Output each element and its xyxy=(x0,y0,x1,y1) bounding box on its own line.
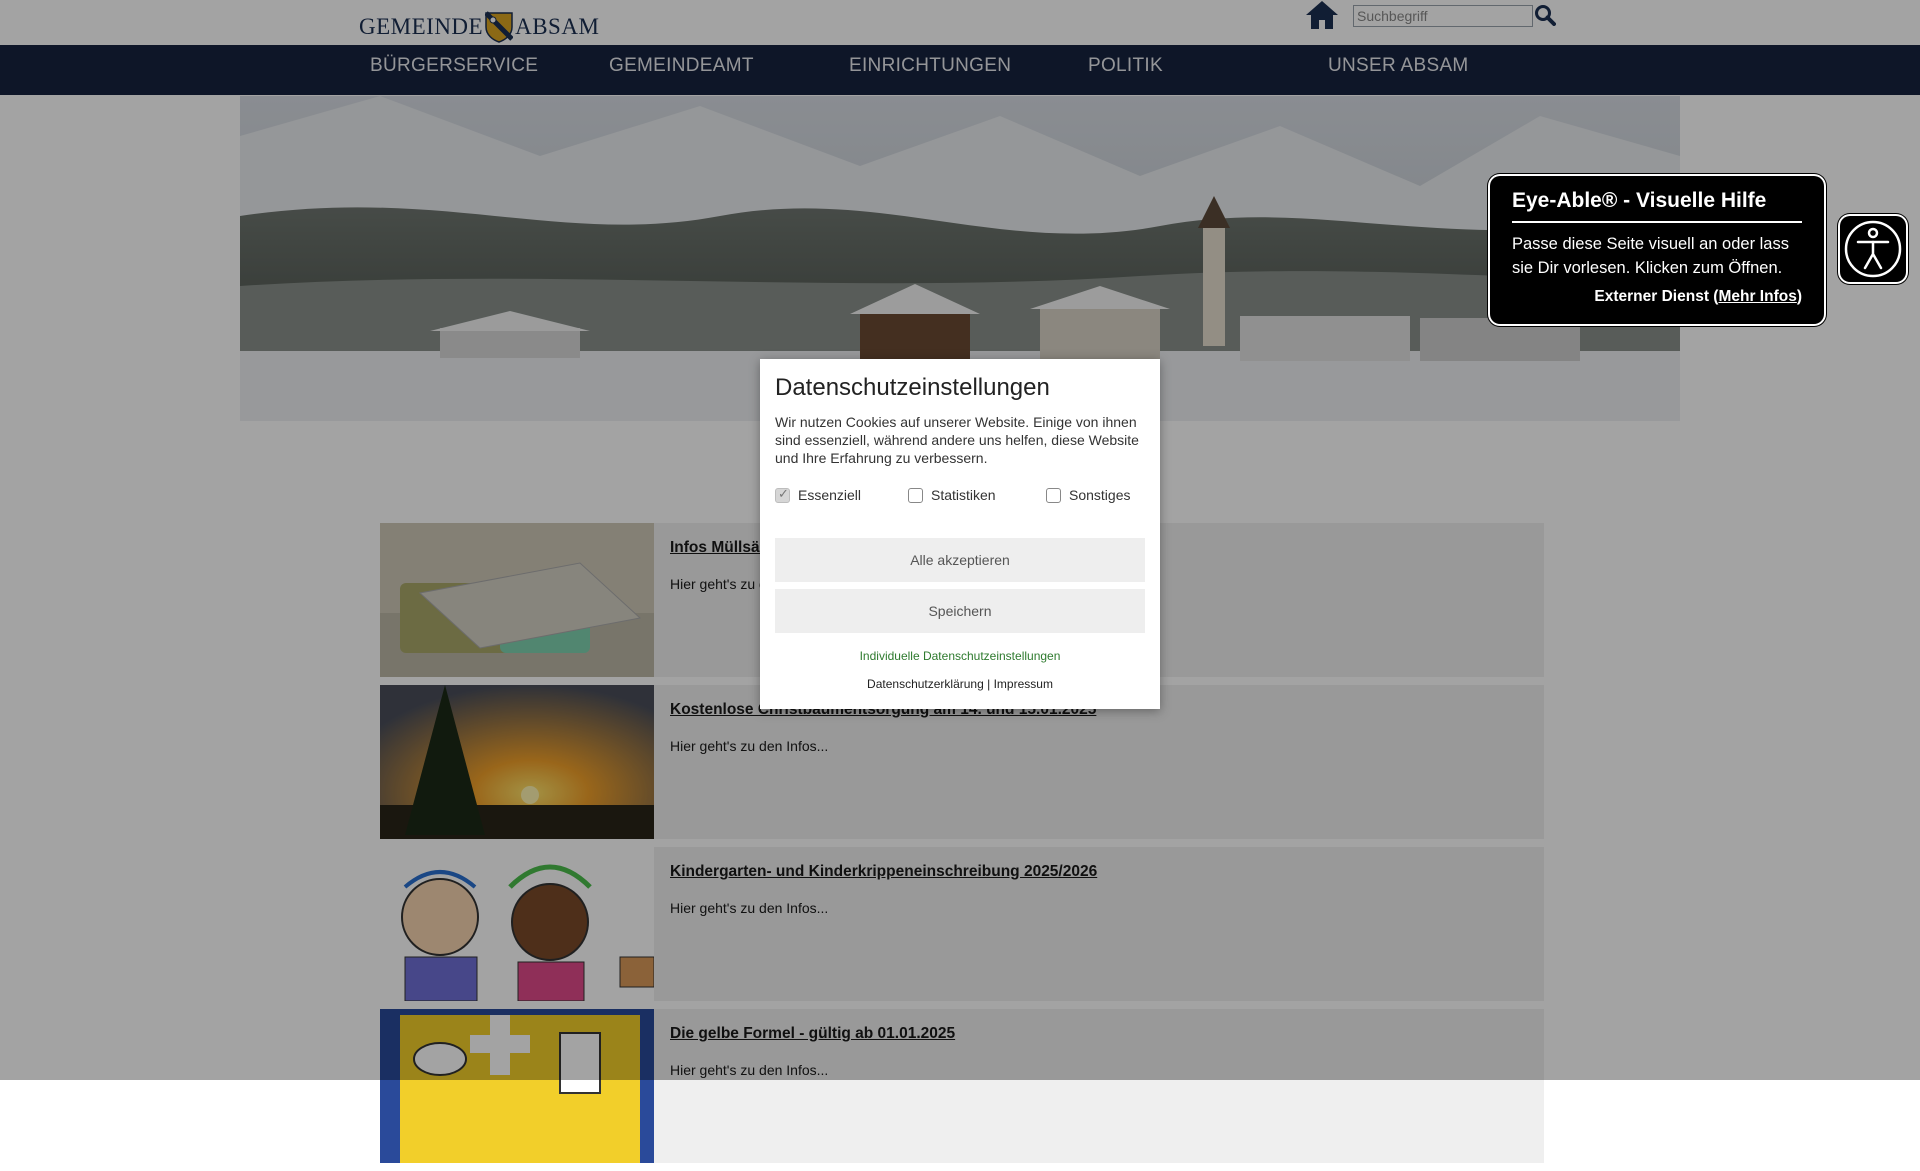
privacy-policy-link[interactable]: Datenschutzerklärung xyxy=(867,677,984,691)
checkbox-essenziell-box xyxy=(775,486,790,503)
accessibility-person-icon xyxy=(1844,220,1902,278)
cookie-dialog-title: Datenschutzeinstellungen xyxy=(775,374,1050,401)
eye-able-external-service: Externer Dienst (Mehr Infos) xyxy=(1594,288,1802,306)
accessibility-button[interactable] xyxy=(1840,216,1906,282)
eye-able-description: Passe diese Seite visuell an oder lass s… xyxy=(1512,235,1789,277)
checkbox-statistiken-box[interactable] xyxy=(908,487,923,503)
eye-able-external-prefix: Externer Dienst ( xyxy=(1594,288,1719,305)
save-button[interactable]: Speichern xyxy=(775,589,1145,633)
eye-able-title: Eye-Able® - Visuelle Hilfe xyxy=(1512,189,1767,212)
accept-all-button[interactable]: Alle akzeptieren xyxy=(775,538,1145,582)
checkbox-sonstiges-box[interactable] xyxy=(1046,487,1061,503)
eye-able-more-info-link[interactable]: Mehr Infos xyxy=(1718,288,1796,305)
imprint-link[interactable]: Impressum xyxy=(994,677,1053,691)
cookie-dialog-text: Wir nutzen Cookies auf unserer Website. … xyxy=(775,414,1139,466)
individual-privacy-settings-link[interactable]: Individuelle Datenschutzeinstellungen xyxy=(760,649,1160,663)
checkbox-statistiken-label[interactable]: Statistiken xyxy=(931,487,996,503)
checkbox-sonstiges-label[interactable]: Sonstiges xyxy=(1069,487,1130,503)
eye-able-tooltip[interactable]: Eye-Able® - Visuelle Hilfe Passe diese S… xyxy=(1490,176,1824,324)
cookie-consent-dialog: Datenschutzeinstellungen Wir nutzen Cook… xyxy=(760,359,1160,709)
cookie-dialog-footer-links: Datenschutzerklärung | Impressum xyxy=(760,677,1160,691)
checkbox-essenziell-label: Essenziell xyxy=(798,487,862,503)
eye-able-divider xyxy=(1512,221,1802,223)
checkbox-sonstiges[interactable]: Sonstiges xyxy=(1046,487,1130,503)
link-separator: | xyxy=(987,677,991,691)
checkbox-statistiken[interactable]: Statistiken xyxy=(908,487,996,503)
eye-able-external-suffix: ) xyxy=(1796,288,1802,305)
checkbox-essenziell: Essenziell xyxy=(775,486,862,503)
